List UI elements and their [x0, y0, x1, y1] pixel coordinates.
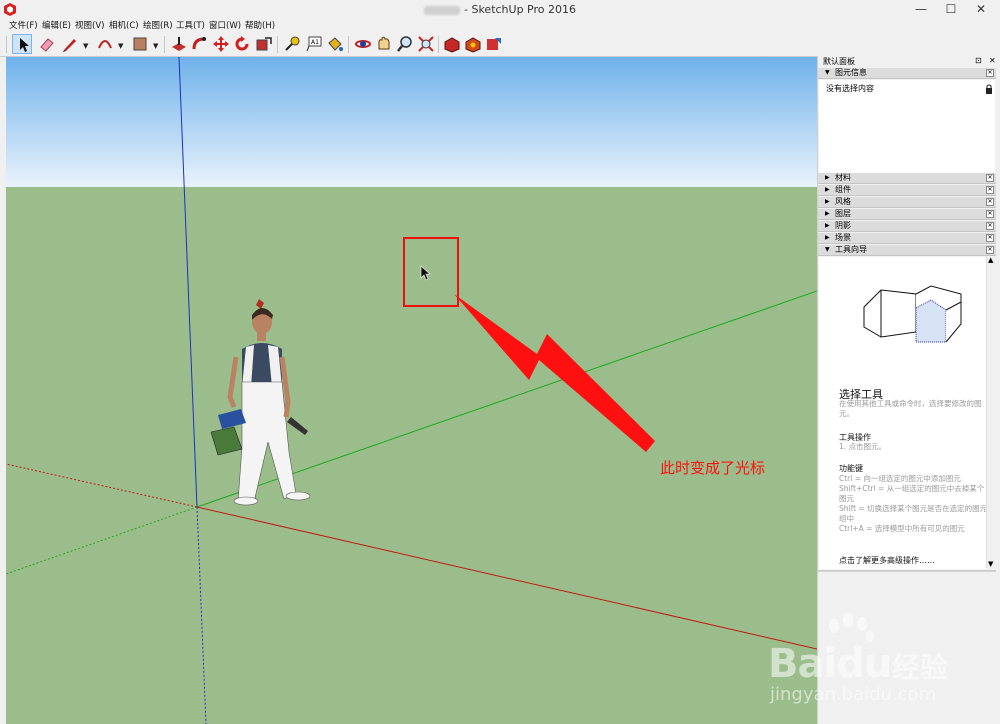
- key-shift: Shift = 切换选择某个图元是否在选定的图元组中: [839, 504, 988, 523]
- viewport-scene: [6, 57, 817, 724]
- pencil-icon[interactable]: [60, 34, 80, 54]
- padlock-icon: [986, 84, 992, 94]
- key-ctrl-a: Ctrl+A = 选择模型中所有可见的图元: [839, 524, 965, 533]
- key-ctrl: Ctrl = 向一组选定的图元中添加图元: [839, 474, 961, 483]
- ground-plane: [6, 187, 817, 724]
- section-shadows[interactable]: ▶ 阴影 ✕: [818, 221, 996, 232]
- minimize-button[interactable]: —: [906, 0, 936, 18]
- expand-triangle-icon: ▶: [825, 174, 830, 181]
- modeling-viewport[interactable]: [6, 57, 817, 724]
- section-layers[interactable]: ▶ 图层 ✕: [818, 209, 996, 220]
- instructor-scrollbar[interactable]: ▲ ▼: [986, 256, 996, 568]
- toolbar-separator: [277, 36, 278, 53]
- expand-triangle-icon: ▶: [825, 186, 830, 193]
- menu-view[interactable]: 视图(V): [75, 19, 104, 31]
- close-icon[interactable]: ✕: [986, 222, 994, 230]
- maximize-button[interactable]: ☐: [936, 0, 966, 18]
- menu-tools[interactable]: 工具(T): [176, 19, 205, 31]
- tray-divider: [818, 570, 996, 572]
- close-icon[interactable]: ✕: [986, 234, 994, 242]
- follow-me-icon[interactable]: [190, 34, 210, 54]
- section-scenes[interactable]: ▶ 场景 ✕: [818, 233, 996, 244]
- watermark-url: jingyan.baidu.com: [770, 684, 937, 705]
- menu-help[interactable]: 帮助(H): [245, 19, 275, 31]
- select-tool-illustration-icon: [863, 285, 962, 343]
- section-styles[interactable]: ▶ 风格 ✕: [818, 197, 996, 208]
- annotation-text: 此时变成了光标: [660, 459, 766, 477]
- expand-triangle-icon: ▶: [825, 222, 830, 229]
- toolbar-separator: [164, 36, 165, 53]
- menu-draw[interactable]: 绘图(R): [143, 19, 173, 31]
- no-selection-label: 没有选择内容: [826, 84, 874, 93]
- entity-info-body: 没有选择内容: [819, 80, 995, 176]
- toolbar-grip: [6, 36, 7, 53]
- keys-title: 功能键: [839, 464, 863, 473]
- watermark-brand: Baidu: [768, 641, 892, 687]
- close-icon[interactable]: ✕: [986, 186, 994, 194]
- menu-window[interactable]: 窗口(W): [209, 19, 241, 31]
- pan-icon[interactable]: [374, 34, 394, 54]
- toolbar-separator: [438, 36, 439, 53]
- rectangle-icon[interactable]: [130, 34, 150, 54]
- close-button[interactable]: ✕: [966, 0, 996, 18]
- rectangle-dropdown-icon[interactable]: ▼: [153, 42, 158, 50]
- tape-measure-icon[interactable]: [282, 34, 302, 54]
- tool-description: 在使用其他工具或命令时，选择要修改的图元。: [839, 399, 982, 418]
- menu-bar: 文件(F) 编辑(E) 视图(V) 相机(C) 绘图(R) 工具(T) 窗口(W…: [0, 18, 1000, 32]
- arc-dropdown-icon[interactable]: ▼: [118, 42, 123, 50]
- section-entity-info[interactable]: ▼ 图元信息 ✕: [818, 68, 996, 79]
- instructor-body: 选择工具 在使用其他工具或命令时，选择要修改的图元。 工具操作 1. 点击图元。…: [819, 257, 988, 569]
- section-instructor[interactable]: ▼ 工具向导 ✕: [818, 245, 996, 256]
- main-toolbar: ▼ ▼ ▼ A1: [0, 32, 1000, 57]
- extension-warehouse-icon[interactable]: [463, 34, 483, 54]
- ops-step: 1. 点击图元。: [839, 442, 887, 451]
- scale-icon[interactable]: [254, 34, 274, 54]
- section-materials[interactable]: ▶ 材料 ✕: [818, 173, 996, 184]
- blurred-filename: [424, 5, 460, 15]
- key-shift-ctrl: Shift+Ctrl = 从一组选定的图元中去掉某个图元: [839, 484, 985, 503]
- close-icon[interactable]: ✕: [986, 246, 994, 254]
- expand-triangle-icon: ▶: [825, 210, 830, 217]
- expand-triangle-icon: ▶: [825, 234, 830, 241]
- layout-icon[interactable]: [484, 34, 504, 54]
- tray-title: 默认面板 ⊡ ✕: [823, 56, 996, 66]
- collapse-triangle-icon: ▼: [825, 69, 830, 76]
- more-ops-link[interactable]: 点击了解更多高级操作……: [839, 555, 935, 566]
- zoom-icon[interactable]: [395, 34, 415, 54]
- pin-icon[interactable]: ⊡: [975, 56, 982, 65]
- close-icon[interactable]: ✕: [986, 174, 994, 182]
- expand-triangle-icon: ▶: [825, 198, 830, 205]
- watermark-cn: 经验: [892, 651, 949, 684]
- close-icon[interactable]: ✕: [986, 198, 994, 206]
- window-title: - SketchUp Pro 2016: [0, 3, 1000, 16]
- menu-camera[interactable]: 相机(C): [109, 19, 139, 31]
- svg-text:A1: A1: [311, 39, 319, 46]
- pencil-dropdown-icon[interactable]: ▼: [83, 42, 88, 50]
- sky: [6, 57, 817, 187]
- close-icon[interactable]: ✕: [986, 69, 994, 77]
- text-icon[interactable]: A1: [304, 34, 324, 54]
- move-icon[interactable]: [211, 34, 231, 54]
- toolbar-separator: [348, 36, 349, 53]
- orbit-icon[interactable]: [353, 34, 373, 54]
- zoom-extents-icon[interactable]: [416, 34, 436, 54]
- arc-icon[interactable]: [95, 34, 115, 54]
- section-components[interactable]: ▶ 组件 ✕: [818, 185, 996, 196]
- menu-file[interactable]: 文件(F): [9, 19, 38, 31]
- close-icon[interactable]: ✕: [986, 210, 994, 218]
- paint-bucket-icon[interactable]: [325, 34, 345, 54]
- push-pull-icon[interactable]: [169, 34, 189, 54]
- collapse-triangle-icon: ▼: [825, 246, 830, 253]
- 3d-warehouse-icon[interactable]: [442, 34, 462, 54]
- eraser-icon[interactable]: [37, 34, 57, 54]
- scroll-up-icon[interactable]: ▲: [988, 256, 993, 264]
- select-icon[interactable]: [12, 34, 32, 54]
- scroll-down-icon[interactable]: ▼: [988, 560, 993, 568]
- menu-edit[interactable]: 编辑(E): [42, 19, 71, 31]
- tray-close-icon[interactable]: ✕: [989, 56, 996, 65]
- rotate-icon[interactable]: [232, 34, 252, 54]
